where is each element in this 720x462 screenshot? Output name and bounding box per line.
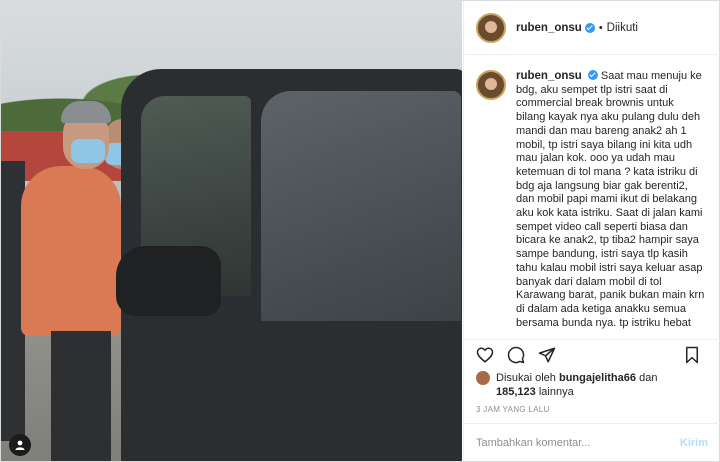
likes-summary: Disukai oleh bungajelitha66 dan 185,123 … <box>476 371 716 399</box>
likes-prefix: Disukai oleh <box>496 372 556 384</box>
user-tag-icon[interactable] <box>9 434 31 456</box>
post-photo[interactable] <box>1 1 462 461</box>
follow-status-button[interactable]: Diikuti <box>607 22 638 34</box>
comment-icon[interactable] <box>505 344 527 366</box>
caption-area: ruben_onsu Saat mau menuju ke bdg, aku s… <box>464 56 720 336</box>
username-link[interactable]: ruben_onsu <box>516 22 582 34</box>
comment-box: Kirim <box>464 423 720 461</box>
comment-input[interactable] <box>476 436 680 449</box>
photo-car-mirror <box>116 246 221 316</box>
photo-person-legs <box>51 331 111 461</box>
send-comment-button[interactable]: Kirim <box>680 437 708 449</box>
header-user: ruben_onsu • Diikuti <box>516 22 638 34</box>
caption-row: ruben_onsu Saat mau menuju ke bdg, aku s… <box>476 70 710 330</box>
verified-badge-icon <box>584 22 595 33</box>
bookmark-icon[interactable] <box>681 344 703 366</box>
likes-count-link[interactable]: 185,123 lainnya <box>496 385 657 399</box>
post-sidebar: ruben_onsu • Diikuti ruben_onsu Saat mau… <box>463 1 720 461</box>
likes-and: dan <box>639 372 658 384</box>
liker-username-link[interactable]: bungajelitha66 <box>559 372 636 384</box>
post-timestamp[interactable]: 3 JAM YANG LALU <box>476 405 550 414</box>
caption-username-link[interactable]: ruben_onsu <box>516 70 582 82</box>
caption-verified-badge-icon <box>587 70 598 80</box>
photo-person-shirt <box>21 166 121 336</box>
photo-person-mask <box>71 139 105 163</box>
share-icon[interactable] <box>536 344 558 366</box>
liker-avatar[interactable] <box>476 371 490 385</box>
separator-dot: • <box>598 21 603 34</box>
post-header: ruben_onsu • Diikuti <box>464 1 720 55</box>
avatar[interactable] <box>476 12 506 43</box>
caption-body: Saat mau menuju ke bdg, aku sempet tlp i… <box>516 70 705 329</box>
likes-text: Disukai oleh bungajelitha66 dan 185,123 … <box>496 371 657 399</box>
caption-text: ruben_onsu Saat mau menuju ke bdg, aku s… <box>516 70 706 330</box>
likes-count[interactable]: 185,123 <box>496 386 536 398</box>
likes-suffix: lainnya <box>538 386 574 398</box>
photo-person-cap <box>61 101 111 123</box>
action-bar <box>464 339 720 369</box>
photo-car-windshield <box>261 91 461 321</box>
caption-avatar[interactable] <box>476 70 506 100</box>
heart-icon[interactable] <box>474 344 496 366</box>
